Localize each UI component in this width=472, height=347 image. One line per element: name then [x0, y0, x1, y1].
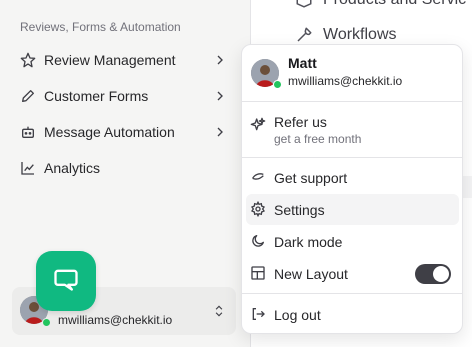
pencil-icon	[20, 88, 36, 104]
refer-us-label: Refer us	[274, 114, 327, 130]
user-email: mwilliams@chekkit.io	[288, 74, 403, 88]
online-status-dot	[42, 318, 51, 327]
user-name: Matt	[288, 55, 317, 71]
layout-icon	[250, 265, 266, 281]
gear-icon	[250, 201, 266, 217]
chat-bubble-icon	[52, 265, 80, 298]
chevron-right-icon	[212, 52, 228, 68]
menu-divider	[242, 293, 462, 294]
user-menu: Matt mwilliams@chekkit.io Refer us get a…	[241, 44, 463, 334]
get-support-item[interactable]: Get support	[246, 162, 459, 193]
sidebar-section-title: Reviews, Forms & Automation	[20, 20, 181, 34]
refer-us-sublabel: get a free month	[274, 132, 362, 146]
star-icon	[20, 52, 36, 68]
new-layout-label: New Layout	[274, 265, 348, 282]
box-icon	[295, 0, 313, 9]
toggle-knob	[433, 266, 449, 282]
settings-item[interactable]: Settings	[246, 194, 459, 225]
sidebar-item-label: Review Management	[44, 52, 176, 68]
user-email: mwilliams@chekkit.io	[58, 313, 173, 327]
chevron-right-icon	[212, 88, 228, 104]
main-item-label: Products and Servic	[323, 0, 466, 9]
main-item-label: Workflows	[323, 26, 397, 43]
dark-mode-item[interactable]: Dark mode	[246, 226, 459, 257]
main-item-workflows[interactable]: Workflows	[295, 26, 397, 44]
online-status-dot	[273, 80, 282, 89]
life-buoy-icon	[250, 169, 266, 185]
get-support-label: Get support	[274, 169, 348, 186]
line-chart-icon	[20, 160, 36, 176]
log-out-label: Log out	[274, 306, 321, 323]
chat-support-button[interactable]	[36, 251, 96, 311]
new-layout-toggle[interactable]	[415, 264, 451, 284]
menu-divider	[242, 101, 462, 102]
sidebar-item-review-management[interactable]: Review Management	[20, 48, 232, 72]
sparkles-icon	[250, 117, 266, 133]
log-out-item[interactable]: Log out	[246, 299, 459, 330]
sidebar-item-label: Message Automation	[44, 124, 175, 140]
sidebar-item-label: Customer Forms	[44, 88, 149, 104]
chevron-right-icon	[212, 124, 228, 140]
sidebar-item-analytics[interactable]: Analytics	[20, 156, 232, 180]
new-layout-item[interactable]: New Layout	[246, 258, 459, 289]
main-item-products[interactable]: Products and Servic	[295, 0, 466, 9]
wrench-icon	[295, 26, 313, 44]
bot-icon	[20, 124, 36, 140]
menu-divider	[242, 157, 462, 158]
sidebar-item-label: Analytics	[44, 160, 101, 176]
sidebar-item-message-automation[interactable]: Message Automation	[20, 120, 232, 144]
moon-icon	[250, 233, 266, 249]
sidebar: Reviews, Forms & Automation Review Manag…	[0, 0, 250, 347]
log-out-icon	[250, 306, 266, 322]
refer-us-item[interactable]: Refer us	[246, 109, 459, 153]
settings-label: Settings	[274, 201, 325, 218]
dark-mode-label: Dark mode	[274, 233, 343, 250]
chevron-up-down-icon	[212, 303, 226, 324]
sidebar-item-customer-forms[interactable]: Customer Forms	[20, 84, 232, 108]
